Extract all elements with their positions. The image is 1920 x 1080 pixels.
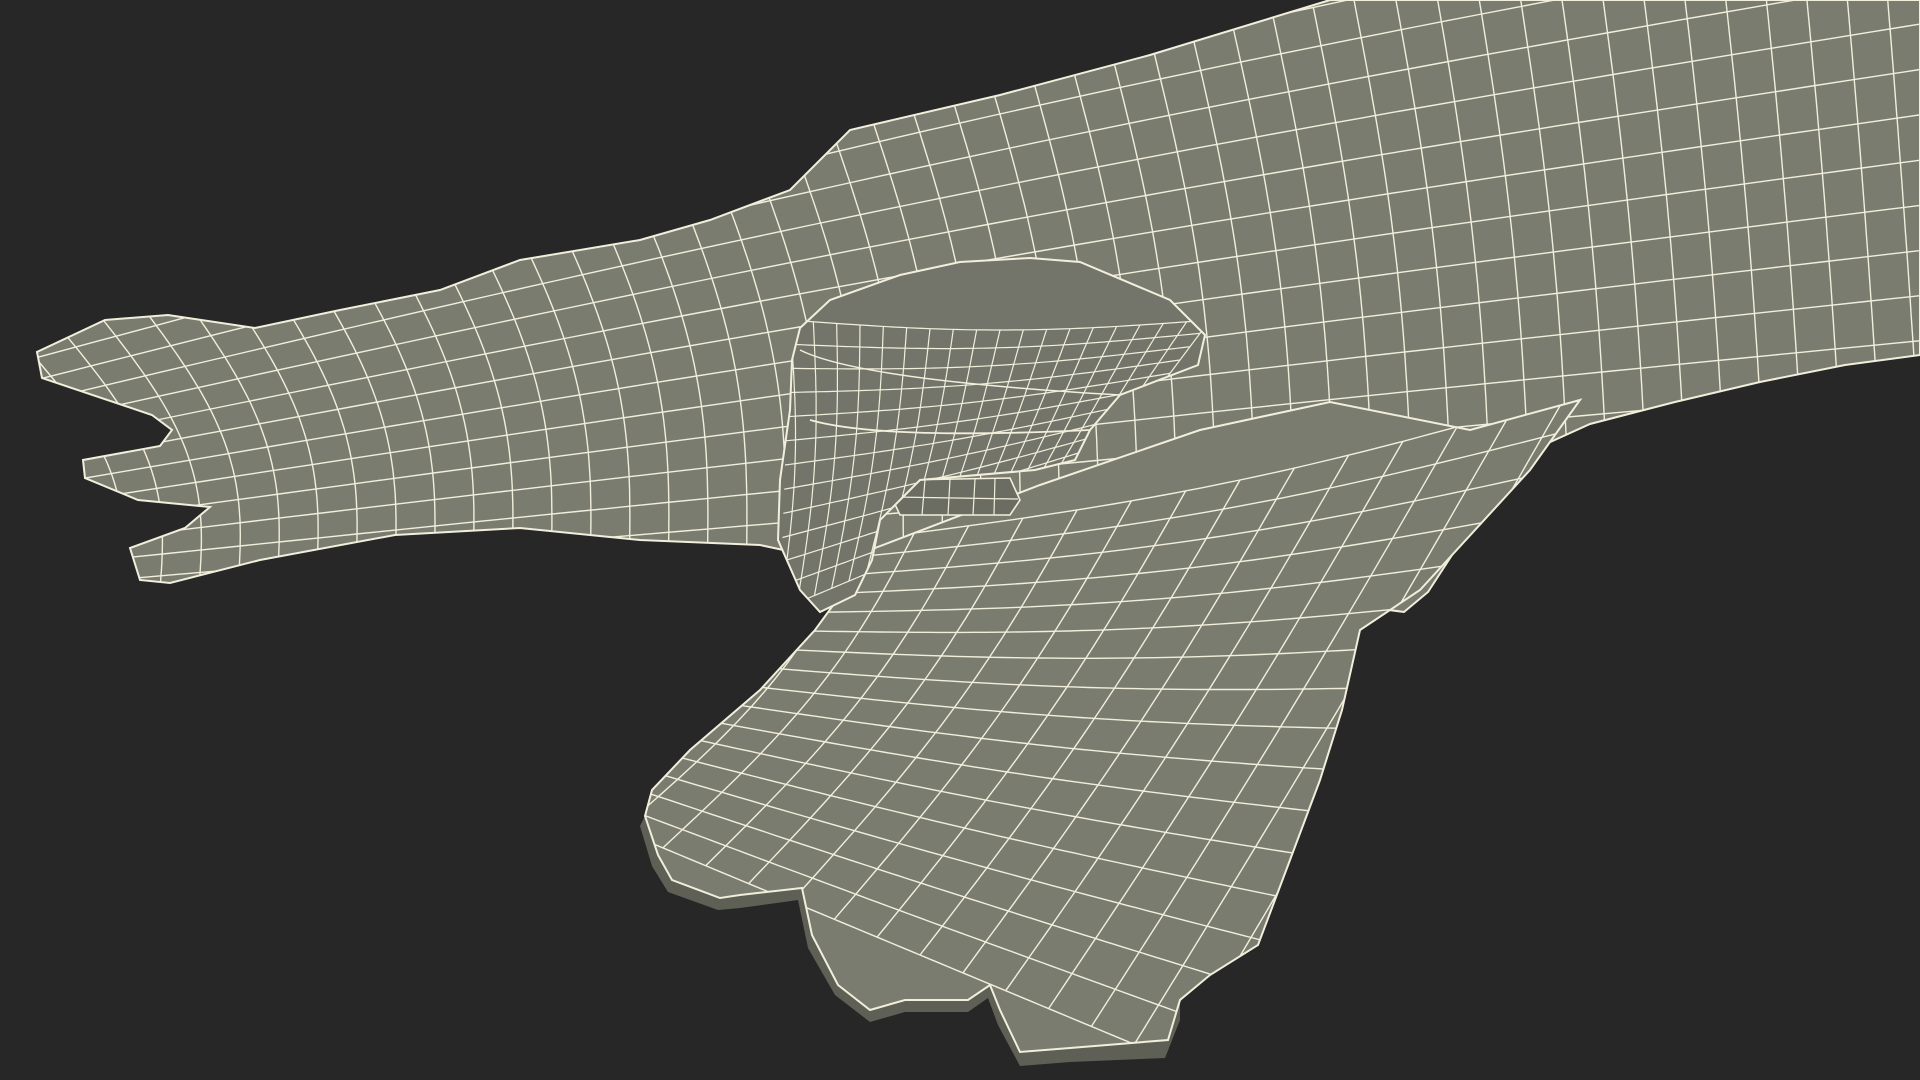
wireframe-render (35, 0, 1920, 1066)
render-viewport (0, 0, 1920, 1080)
